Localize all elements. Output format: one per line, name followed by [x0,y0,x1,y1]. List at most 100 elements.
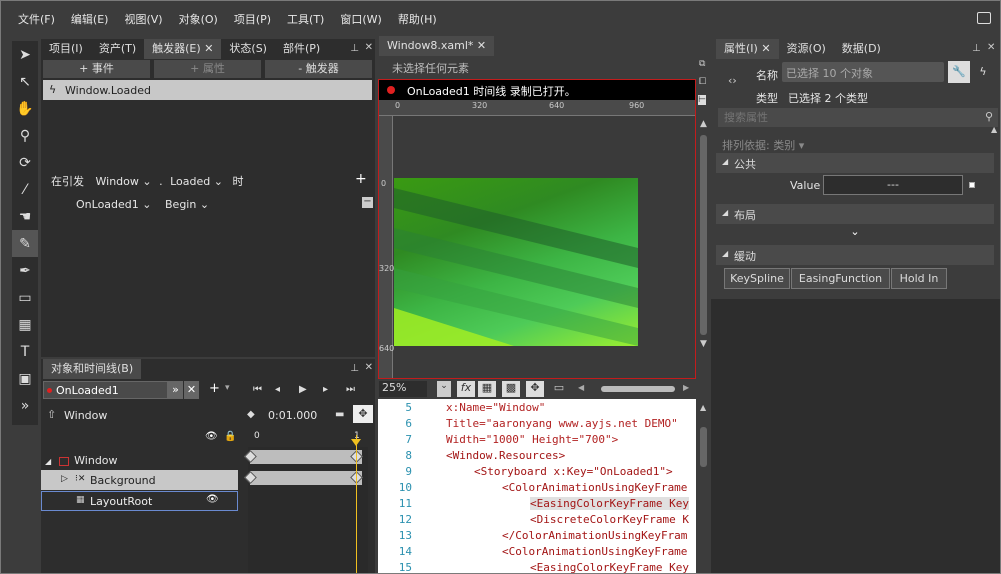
tab-assets[interactable]: 资产(T) [91,39,144,59]
eyedropper-icon[interactable]: ⁄ [12,176,38,203]
easing-function-button[interactable]: EasingFunction [791,268,890,289]
rectangle-icon[interactable]: ▭ [12,284,38,311]
expand-arrow-icon[interactable]: ▷ [61,474,68,484]
tree-item-window[interactable]: ◢ Window [45,454,118,467]
scroll-left-icon[interactable]: ◀ [578,383,584,392]
effects-icon[interactable]: fx [457,381,475,397]
sort-by-dropdown[interactable]: 排列依据: 类别 ▾ [722,137,804,153]
annotations-icon[interactable]: ▭ [550,381,568,397]
expand-more-icon[interactable]: ⌄ [716,225,994,241]
add-event-button[interactable]: + 事件 [43,60,150,78]
pan-hand-icon[interactable]: ✋ [12,95,38,122]
tab-data[interactable]: 数据(D) [834,39,889,59]
playhead-handle[interactable] [351,439,361,446]
grid-toggle-icon[interactable]: ▦ [478,381,496,397]
tab-properties[interactable]: 属性(I) ✕ [716,39,779,59]
grid-layout-icon[interactable]: ▦ [12,311,38,338]
scrollbar-thumb[interactable] [700,135,707,335]
scroll-down-icon[interactable]: ▼ [700,339,707,349]
paint-bucket-icon[interactable]: ☚ [12,203,38,230]
pin-icon[interactable]: ⊥ [350,363,359,374]
menu-file[interactable]: 文件(F) [18,11,55,27]
storyboard-options-icon[interactable]: ▾ [225,383,230,393]
code-line[interactable]: <Window.Resources> [446,449,565,462]
pin-icon[interactable]: ⊥ [350,43,359,54]
close-icon[interactable]: ✕ [761,42,770,55]
category-layout[interactable]: ◢ 布局 [716,204,994,224]
text-tool-icon[interactable]: T [12,338,38,365]
collapse-storyboard-icon[interactable]: » [168,381,183,399]
tab-project[interactable]: 项目(I) [41,39,91,59]
design-view-icon[interactable]: ⧉ [699,59,705,69]
easing-hold-in-button[interactable]: Hold In [891,268,947,289]
control-tool-icon[interactable]: ▣ [12,365,38,392]
visibility-eye-icon[interactable]: 👁 [206,494,219,505]
source-dropdown[interactable]: Window ⌄ [96,175,152,188]
menu-help[interactable]: 帮助(H) [398,11,437,27]
tab-parts[interactable]: 部件(P) [275,39,328,59]
next-frame-icon[interactable]: ▸ [323,384,328,395]
zoom-icon[interactable]: ⚲ [12,122,38,149]
previous-frame-icon[interactable]: ◂ [275,384,280,395]
xaml-editor[interactable]: 5 x:Name="Window" 6 Title="aaronyang www.ay… [378,399,696,573]
menu-view[interactable]: 视图(V) [124,11,162,27]
camera-orbit-icon[interactable]: ⟳ [12,149,38,176]
scope-label[interactable]: Window [64,409,107,422]
advanced-options-icon[interactable] [969,182,975,188]
tab-resources[interactable]: 资源(O) [779,39,834,59]
snap-grid-icon[interactable]: ▩ [502,381,520,397]
menu-project[interactable]: 项目(P) [234,11,271,27]
direct-selection-icon[interactable]: ↖ [12,68,38,95]
snapping-icon[interactable]: ✥ [353,405,373,423]
playhead-line[interactable] [356,435,357,573]
timeline-area[interactable] [244,435,368,573]
properties-view-icon[interactable]: 🔧 [948,61,970,83]
objects-panel-title[interactable]: 对象和时间线(B) [43,359,142,379]
tab-states[interactable]: 状态(S) [221,39,275,59]
event-dropdown[interactable]: Loaded ⌄ [170,175,223,188]
scroll-up-icon[interactable]: ▲ [700,119,707,129]
zoom-dropdown-icon[interactable]: ⌄ [437,381,451,397]
horizontal-scrollbar-thumb[interactable] [601,386,675,392]
artboard[interactable]: OnLoaded1 时间线 录制已打开。 0 320 640 960 0 320… [378,79,696,379]
tree-item-background[interactable]: ▷ ⁝✕ Background [41,470,238,490]
code-line[interactable]: </ColorAnimationUsingKeyFram [502,529,687,542]
events-view-icon[interactable]: ϟ [972,61,994,83]
code-line[interactable]: <ColorAnimationUsingKeyFrame [502,481,687,494]
property-search-input[interactable] [718,108,973,127]
add-condition-icon[interactable]: + [355,171,367,187]
split-view-icon[interactable]: ⧠ [699,77,706,87]
code-scrollbar[interactable]: ▲ [697,399,711,573]
value-field[interactable]: --- [823,175,963,195]
remove-trigger-button[interactable]: - 触发器 [265,60,372,78]
storyboard-picker[interactable]: OnLoaded1 [43,381,168,399]
menu-object[interactable]: 对象(O) [179,11,218,27]
tab-triggers[interactable]: 触发器(E) ✕ [144,39,222,59]
window-design-surface[interactable] [394,178,638,346]
more-tools-icon[interactable]: » [12,392,38,419]
code-line[interactable]: <DiscreteColorKeyFrame K [530,513,689,526]
xaml-view-icon[interactable]: ⊢ [698,95,706,105]
timeline-zoom-icon[interactable]: ▬ [335,409,344,420]
code-line[interactable]: <EasingColorKeyFrame Key [530,561,689,573]
close-storyboard-icon[interactable]: ✕ [184,381,199,399]
code-line[interactable]: Title="aaronyang www.ayjs.net DEMO" [446,417,678,430]
code-line[interactable]: <Storyboard x:Key="OnLoaded1"> [474,465,673,478]
close-panel-icon[interactable]: ✕ [987,42,995,53]
properties-scroll-up-icon[interactable]: ▲ [991,125,997,134]
action-dropdown[interactable]: OnLoaded1 ⌄ [76,198,152,211]
begin-dropdown[interactable]: Begin ⌄ [165,198,209,211]
time-display[interactable]: 0:01.000 [268,409,317,422]
zoom-field[interactable]: 25% [379,381,427,397]
feedback-icon[interactable] [977,12,991,24]
visibility-eye-icon[interactable]: 👁 [205,431,218,442]
code-line[interactable]: Width="1000" Height="700"> [446,433,618,446]
menu-tools[interactable]: 工具(T) [287,11,324,27]
lock-icon[interactable]: 🔒 [224,431,236,442]
category-easing[interactable]: ◢ 缓动 [716,245,994,265]
menu-window[interactable]: 窗口(W) [340,11,381,27]
pen-icon[interactable]: ✒ [12,257,38,284]
remove-action-icon[interactable]: − [362,197,373,208]
category-common[interactable]: ◢ 公共 [716,153,994,173]
property-search[interactable]: ⚲ [718,108,998,127]
